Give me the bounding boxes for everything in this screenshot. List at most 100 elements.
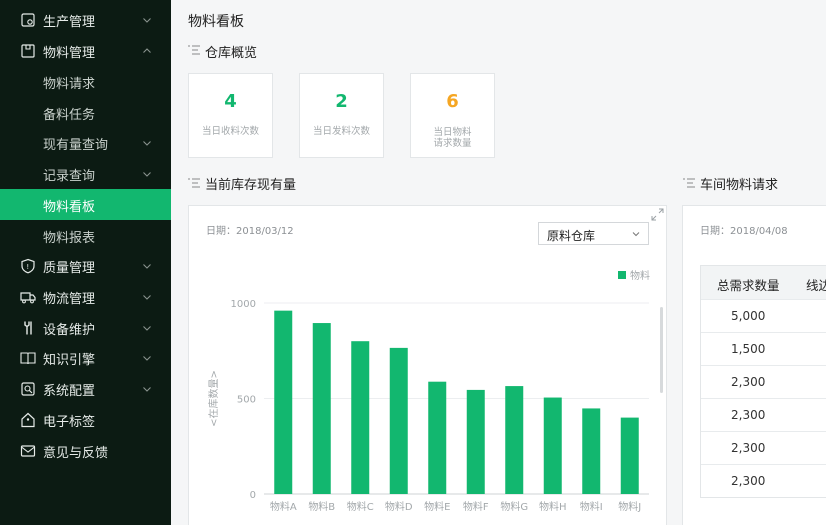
x-tick-label: 物料J [618, 500, 641, 513]
x-tick-label: 物料F [463, 500, 489, 513]
stat-value: 6 [446, 91, 459, 112]
requests-title: 车间物料请求 [700, 178, 779, 193]
chevron-down-icon [142, 353, 152, 363]
table-row[interactable]: 2,3002 [701, 464, 826, 497]
table-row[interactable]: 1,5001 [701, 332, 826, 365]
column-header: 总需求数量 [717, 278, 780, 293]
sidebar-item-label: 物料请求 [43, 77, 96, 92]
sidebar-item[interactable]: 设备维护 [0, 312, 171, 343]
table-row[interactable]: 2,3002 [701, 365, 826, 398]
table-cell: 2,300 [731, 474, 766, 488]
legend-label: 物料 [630, 269, 650, 282]
truck-icon [20, 289, 36, 305]
bar [543, 397, 562, 494]
x-tick-label: 物料A [270, 500, 297, 513]
sidebar-item[interactable]: ! 质量管理 [0, 250, 171, 281]
bar [466, 389, 485, 494]
sidebar-item[interactable]: 电子标签 [0, 404, 171, 435]
sidebar-item[interactable]: 物料报表 [0, 220, 171, 251]
factory-settings-icon [20, 12, 36, 28]
x-tick-label: 物料B [308, 500, 335, 513]
requests-table: 总需求数量线边5,00041,50012,30022,30022,30022,3… [700, 265, 826, 498]
main-content: 物料看板 仓库概览 4 当日收料次数 2 当日发料次数 6 当日物料 请求数量 … [171, 0, 826, 525]
y-tick-label: 0 [250, 490, 256, 501]
table-cell: 1,500 [731, 342, 766, 356]
requests-panel: 日期：2018/04/08 总需求数量线边5,00041,50012,30022… [682, 205, 826, 525]
shield-icon: ! [20, 258, 36, 274]
chevron-down-icon [142, 261, 152, 271]
sidebar-item[interactable]: 物料管理 [0, 35, 171, 66]
table-header-row: 总需求数量 线边 [701, 266, 826, 299]
x-tick-label: 物料C [347, 500, 374, 513]
sidebar: 生产管理 物料管理 物料请求 备料任务 现有量查询 记录查询 物料看板 物料报表! 质量管理 物流… [0, 0, 171, 525]
sidebar-item-label: 质量管理 [43, 261, 96, 276]
sidebar-item-label: 生产管理 [43, 15, 96, 30]
sidebar-item[interactable]: 备料任务 [0, 97, 171, 128]
bar [428, 381, 447, 494]
column-header: 线边 [806, 278, 826, 293]
mail-icon [20, 443, 36, 459]
sidebar-item[interactable]: 知识引擎 [0, 342, 171, 373]
sidebar-item-label: 设备维护 [43, 323, 96, 338]
stat-card-issue: 2 当日发料次数 [299, 73, 384, 158]
stat-value: 2 [335, 91, 348, 112]
chevron-down-icon [142, 384, 152, 394]
sidebar-item-label: 物流管理 [43, 292, 96, 307]
chevron-down-icon [142, 169, 152, 179]
chevron-up-icon [142, 46, 152, 56]
list-icon [188, 45, 200, 55]
x-tick-label: 物料E [424, 500, 450, 513]
table-cell: 2,300 [731, 408, 766, 422]
inventory-panel: 日期：2018/03/12 原料仓库 0 500 1000 <在库数量> 物料A 物料B 物… [188, 205, 667, 525]
bar [582, 408, 601, 494]
sidebar-item[interactable]: 生产管理 [0, 4, 171, 35]
sidebar-item[interactable]: 记录查询 [0, 158, 171, 189]
sidebar-item[interactable]: 物料看板 [0, 189, 171, 220]
table-row[interactable]: 2,3002 [701, 431, 826, 464]
sidebar-item[interactable]: 物料请求 [0, 66, 171, 97]
sidebar-item[interactable]: 意见与反馈 [0, 435, 171, 466]
stat-label: 当日发料次数 [312, 126, 370, 137]
sidebar-item[interactable]: 现有量查询 [0, 127, 171, 158]
inventory-title: 当前库存现有量 [205, 178, 297, 193]
bar [312, 323, 331, 494]
page-title: 物料看板 [188, 14, 244, 30]
chevron-down-icon [142, 292, 152, 302]
sidebar-item-label: 物料管理 [43, 46, 96, 61]
y-tick-label: 500 [237, 395, 256, 406]
inventory-bar-chart: 0 500 1000 <在库数量> 物料A 物料B 物料C 物料D 物料E 物料F 物料G 物料H 物料… [207, 269, 650, 513]
sidebar-item-label: 知识引擎 [43, 353, 96, 368]
table-cell: 2,300 [731, 375, 766, 389]
overview-title: 仓库概览 [205, 46, 258, 61]
svg-text:!: ! [26, 263, 29, 271]
stat-card-receive: 4 当日收料次数 [188, 73, 273, 158]
bar [620, 417, 639, 494]
chevron-down-icon [142, 323, 152, 333]
list-icon [683, 178, 695, 188]
settings-search-icon [20, 381, 36, 397]
sidebar-item-label: 记录查询 [43, 169, 96, 184]
y-tick-label: 1000 [231, 299, 256, 310]
requests-date: 日期：2018/04/08 [700, 226, 788, 237]
y-axis-label: <在库数量> [207, 370, 220, 427]
table-cell: 5,000 [731, 309, 766, 323]
table-row[interactable]: 2,3002 [701, 398, 826, 431]
sidebar-item-label: 系统配置 [43, 384, 96, 399]
stat-label: 当日收料次数 [201, 126, 259, 137]
chevron-down-icon [142, 15, 152, 25]
bar [505, 386, 524, 494]
legend-swatch [618, 271, 626, 279]
stat-label: 当日物料 请求数量 [433, 127, 472, 149]
stat-card-request: 6 当日物料 请求数量 [410, 73, 495, 158]
x-tick-label: 物料D [385, 500, 413, 513]
sidebar-item-label: 备料任务 [43, 108, 96, 123]
sidebar-item[interactable]: 系统配置 [0, 373, 171, 404]
sidebar-item-label: 物料看板 [43, 200, 96, 215]
stat-value: 4 [224, 91, 237, 112]
sidebar-item-label: 现有量查询 [43, 138, 109, 153]
sidebar-item[interactable]: 物流管理 [0, 281, 171, 312]
sidebar-item-label: 物料报表 [43, 231, 96, 246]
x-tick-label: 物料G [500, 500, 528, 513]
bar [351, 341, 370, 494]
table-row[interactable]: 5,0004 [701, 299, 826, 332]
